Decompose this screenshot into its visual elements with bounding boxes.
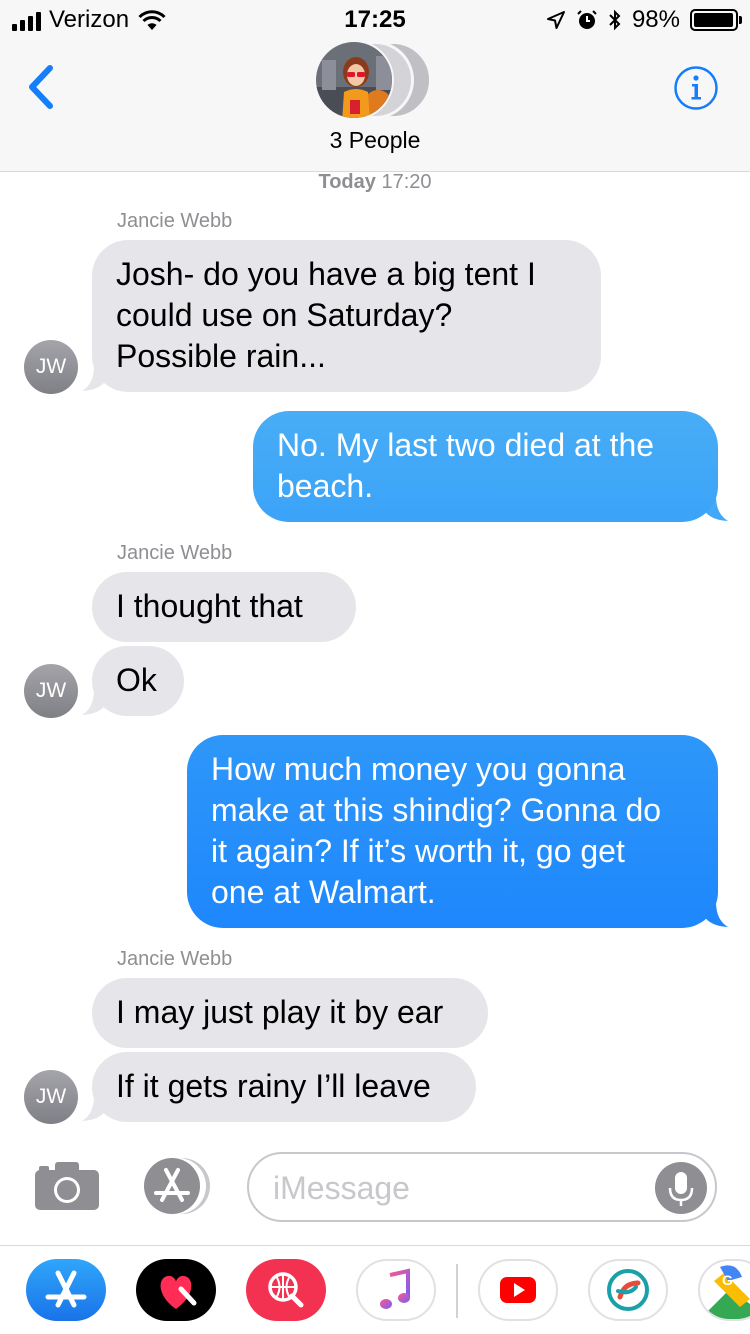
message-bubble-incoming[interactable]: If it gets rainy I’ll leave: [92, 1052, 476, 1122]
message-input-field[interactable]: [247, 1152, 717, 1222]
camera-button[interactable]: [33, 1160, 101, 1212]
location-arrow-icon: [546, 11, 565, 29]
imessage-app-drawer: G: [0, 1245, 750, 1334]
sender-avatar[interactable]: JW: [24, 340, 78, 394]
heart-icon: [160, 1275, 197, 1309]
sender-name: Jancie Webb: [117, 210, 233, 232]
message-text: I may just play it by ear: [116, 994, 444, 1030]
microphone-icon: [668, 1172, 694, 1206]
message-bubble-incoming[interactable]: Josh- do you have a big tent I could use…: [92, 240, 601, 392]
message-bubble-incoming[interactable]: I may just play it by ear: [92, 978, 488, 1048]
camera-icon: [35, 1162, 99, 1210]
message-text: make at this shindig? Gonna do: [211, 792, 662, 828]
sygic-app-button[interactable]: [588, 1259, 668, 1321]
compose-bar: [0, 1140, 750, 1240]
status-bar: Verizon 17:25 98%: [0, 0, 750, 40]
youtube-app-button[interactable]: [478, 1259, 558, 1321]
message-text: I thought that: [116, 588, 303, 624]
sender-name: Jancie Webb: [117, 542, 233, 564]
info-button[interactable]: [673, 65, 719, 111]
avatar-initials: JW: [35, 679, 67, 702]
globe-search-icon: [268, 1272, 304, 1308]
back-button[interactable]: [22, 62, 62, 112]
alarm-icon: [577, 10, 597, 29]
app-store-icon: [45, 1270, 87, 1308]
battery-percent: 98%: [631, 6, 680, 33]
message-bubble-outgoing[interactable]: How much money you gonna make at this sh…: [187, 735, 718, 928]
sender-avatar[interactable]: JW: [24, 664, 78, 718]
youtube-icon: [500, 1277, 536, 1303]
message-text: Josh- do you have a big tent I: [116, 256, 536, 292]
sender-avatar[interactable]: JW: [24, 1070, 78, 1124]
timestamp-time: 17:20: [381, 171, 432, 193]
imessage-input[interactable]: [273, 1168, 643, 1208]
timestamp-day: Today: [318, 171, 376, 193]
google-maps-app-button[interactable]: G: [698, 1259, 750, 1321]
conversation-timestamp: Today 17:20: [0, 171, 750, 194]
message-text: Ok: [116, 662, 157, 698]
message-bubble-incoming[interactable]: I thought that: [92, 572, 356, 642]
bluetooth-icon: [609, 9, 621, 31]
battery-level: [694, 13, 734, 27]
app-store-button[interactable]: [138, 1156, 212, 1216]
message-text: one at Walmart.: [211, 874, 436, 910]
message-text: How much money you gonna: [211, 751, 626, 787]
music-app-button[interactable]: [356, 1259, 436, 1321]
app-drawer-divider: [456, 1264, 458, 1318]
message-text: Possible rain...: [116, 338, 326, 374]
chevron-left-icon: [29, 65, 53, 109]
battery-icon: [690, 9, 742, 31]
web-images-app-button[interactable]: [246, 1259, 326, 1321]
message-text: it again? If it’s worth it, go get: [211, 833, 625, 869]
conversation-title[interactable]: 3 People: [0, 127, 750, 154]
navigation-logo-icon: [607, 1269, 649, 1311]
digital-touch-app-button[interactable]: [136, 1259, 216, 1321]
group-avatar-button[interactable]: [314, 40, 438, 120]
sender-name: Jancie Webb: [117, 948, 233, 970]
app-store-app-button[interactable]: [26, 1259, 106, 1321]
map-pin-icon: G: [700, 1265, 750, 1319]
microphone-button[interactable]: [655, 1162, 707, 1214]
message-text: beach.: [277, 468, 374, 504]
message-text: could use on Saturday?: [116, 297, 453, 333]
music-note-icon: [380, 1268, 410, 1309]
avatar-initials: JW: [35, 1085, 67, 1108]
avatar: [314, 40, 394, 120]
message-text: If it gets rainy I’ll leave: [116, 1068, 431, 1104]
message-text: No. My last two died at the: [277, 427, 655, 463]
avatar-initials: JW: [35, 355, 67, 378]
message-bubble-outgoing[interactable]: No. My last two died at the beach.: [253, 411, 718, 522]
svg-text:G: G: [722, 1272, 733, 1288]
info-icon: [674, 66, 718, 110]
message-bubble-incoming[interactable]: Ok: [92, 646, 184, 716]
app-store-icon: [144, 1158, 210, 1214]
